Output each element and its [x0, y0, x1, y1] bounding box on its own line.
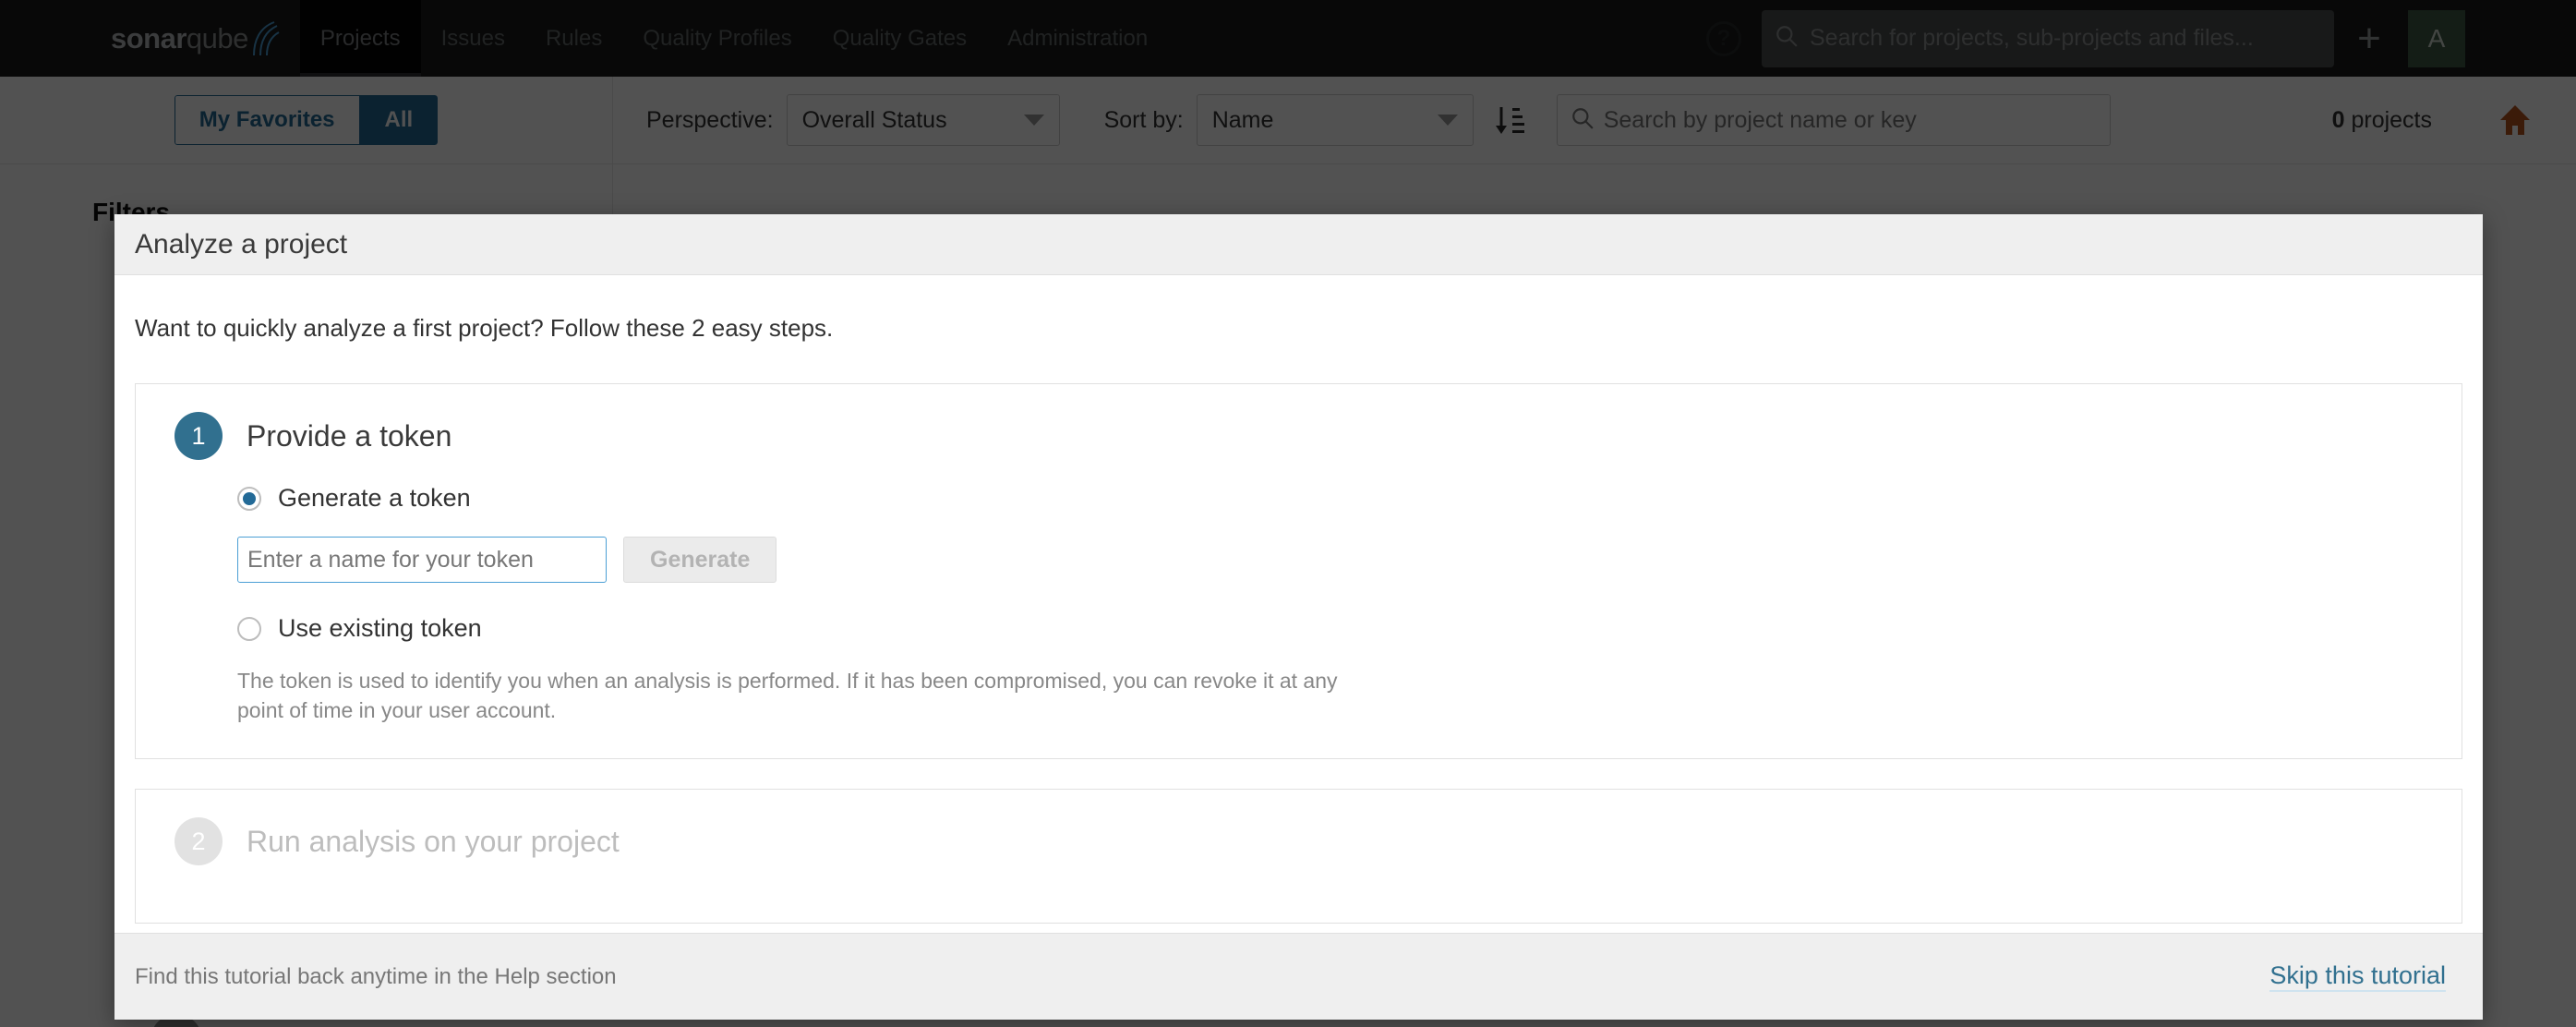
step-2-title: Run analysis on your project — [247, 824, 620, 858]
radio-generate-token-label: Generate a token — [278, 484, 471, 512]
generate-token-button[interactable]: Generate — [623, 537, 777, 583]
radio-dot — [243, 491, 256, 505]
step-1-header: 1 Provide a token — [136, 384, 2462, 460]
app-root: sonarqube Projects Issues Rules Quality … — [0, 0, 2576, 1027]
modal-header: Analyze a project — [114, 214, 2483, 275]
modal-body: Want to quickly analyze a first project?… — [114, 275, 2483, 933]
step-1-number-badge: 1 — [175, 412, 223, 460]
token-name-input[interactable] — [237, 537, 607, 583]
step-2-run-analysis: 2 Run analysis on your project — [135, 789, 2462, 924]
radio-unselected-icon — [237, 616, 261, 641]
step-2-number-badge: 2 — [175, 817, 223, 866]
token-help-text: The token is used to identify you when a… — [237, 669, 1338, 722]
token-name-row: Generate — [237, 537, 2462, 583]
step-2-header: 2 Run analysis on your project — [136, 790, 2462, 891]
radio-use-existing-token-label: Use existing token — [278, 614, 482, 642]
skip-tutorial-link[interactable]: Skip this tutorial — [2269, 961, 2446, 992]
modal-intro-text: Want to quickly analyze a first project?… — [135, 314, 834, 342]
footer-help-note: Find this tutorial back anytime in the H… — [135, 963, 617, 989]
step-1-provide-token: 1 Provide a token Generate a token Gener… — [135, 383, 2462, 760]
radio-generate-token[interactable]: Generate a token — [237, 484, 2462, 513]
radio-selected-icon — [237, 486, 261, 511]
modal-title: Analyze a project — [135, 228, 348, 260]
modal-footer: Find this tutorial back anytime in the H… — [114, 933, 2483, 1020]
radio-use-existing-token[interactable]: Use existing token — [237, 614, 2462, 643]
step-1-title: Provide a token — [247, 418, 452, 453]
step-1-body: Generate a token Generate Use existing t… — [136, 460, 2462, 758]
analyze-project-modal: Analyze a project Want to quickly analyz… — [114, 214, 2483, 1020]
